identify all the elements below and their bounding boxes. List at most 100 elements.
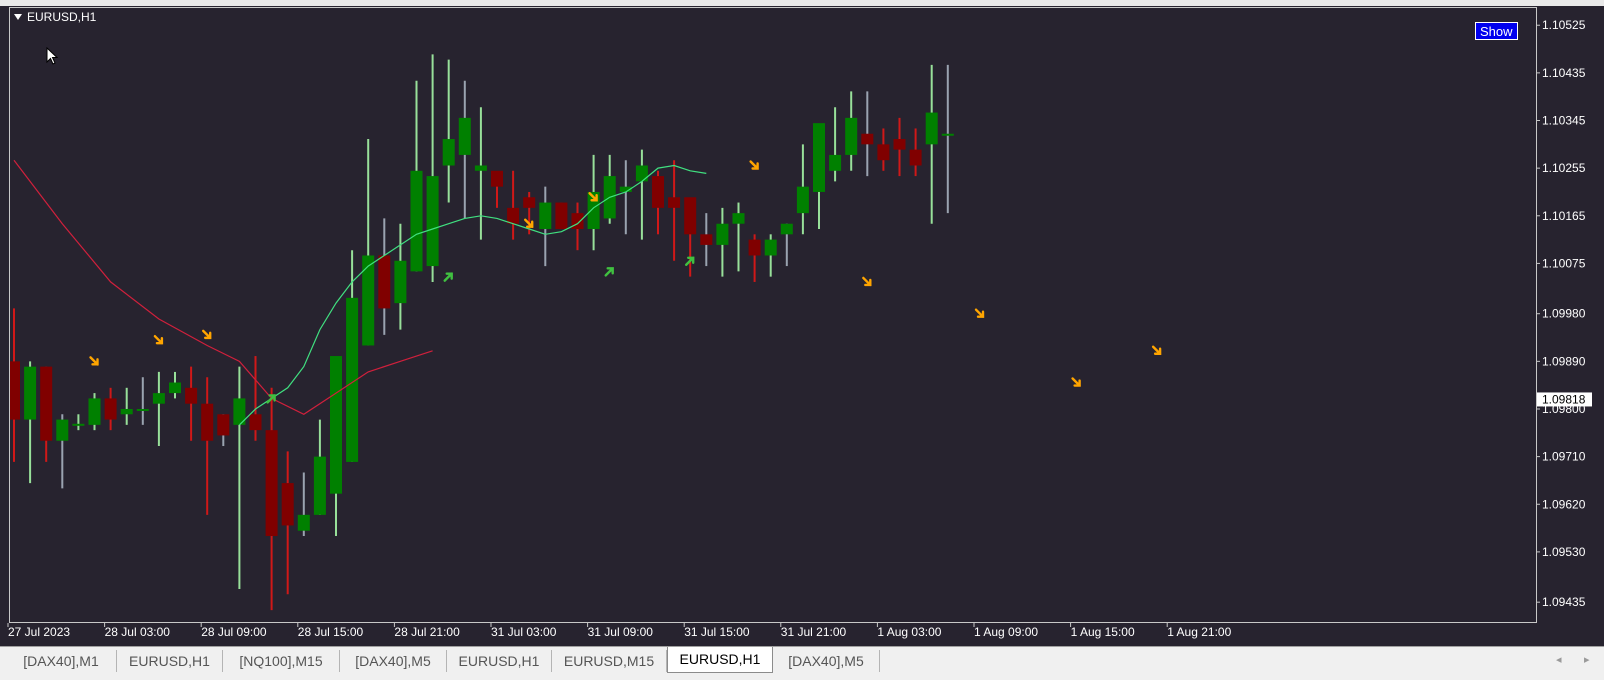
candle-body — [474, 165, 487, 171]
buy-signal-arrow-icon — [443, 272, 453, 282]
candle-body — [796, 186, 809, 214]
mouse-pointer-icon — [46, 47, 58, 65]
time-axis-label: 1 Aug 09:00 — [974, 625, 1038, 639]
candle-body — [265, 430, 278, 537]
sell-signal-arrow-icon — [974, 308, 985, 318]
candle-body — [748, 239, 761, 256]
price-axis-label: 1.10165 — [1542, 209, 1586, 223]
candle-body — [40, 366, 53, 441]
price-axis-label: 1.09530 — [1542, 545, 1586, 559]
candle-body — [861, 133, 874, 145]
candle-body — [313, 456, 326, 515]
price-axis-label: 1.09890 — [1542, 354, 1586, 368]
tab-eurusd-m15[interactable]: EURUSD,M15 — [552, 650, 667, 672]
candle-body — [732, 213, 745, 224]
candle-body — [330, 356, 342, 494]
price-axis-label: 1.10255 — [1542, 161, 1586, 175]
candle-body — [297, 514, 310, 531]
candle-body — [764, 239, 777, 256]
candle-body — [249, 414, 262, 431]
candle-body — [281, 483, 294, 526]
candle-body — [571, 213, 584, 230]
time-axis-label: 1 Aug 21:00 — [1167, 625, 1231, 639]
candle-body — [10, 361, 20, 420]
candle-body — [893, 139, 906, 150]
candle-body — [668, 197, 681, 208]
price-axis-label: 1.10345 — [1542, 114, 1586, 128]
candle-body — [635, 165, 648, 182]
sell-signal-arrow-icon — [153, 334, 164, 345]
time-axis-label: 28 Jul 03:00 — [105, 625, 171, 639]
candle-body — [780, 223, 793, 235]
time-axis-label: 31 Jul 03:00 — [491, 625, 557, 639]
candle-body — [523, 197, 536, 208]
candle-body — [845, 117, 858, 155]
candle-body — [491, 170, 503, 187]
fast-moving-average-line — [238, 164, 707, 426]
candle-body — [24, 366, 37, 420]
candle-body — [829, 154, 842, 171]
sell-signal-arrow-icon — [202, 329, 212, 340]
candle-body — [426, 176, 439, 267]
candle-body — [410, 170, 423, 272]
sell-signal-arrow-icon — [862, 276, 872, 287]
price-axis-label: 1.09620 — [1542, 497, 1586, 511]
chart-tab-bar: [DAX40],M1 EURUSD,H1 [NQ100],M15 [DAX40]… — [0, 646, 1604, 680]
tab-dax40-m1[interactable]: [DAX40],M1 — [6, 650, 117, 672]
price-axis-label: 1.09710 — [1542, 450, 1586, 464]
candle-body — [652, 176, 664, 208]
candle-body — [104, 398, 117, 420]
candle-body — [458, 117, 471, 155]
tab-scroll-left-icon[interactable]: ◂ — [1556, 653, 1562, 666]
tab-scroll-right-icon[interactable]: ▸ — [1584, 653, 1590, 666]
chart-window[interactable]: 1.10525 1.10435 1.10345 1.10255 1.10165 1.100… — [0, 6, 1604, 646]
candlestick-chart[interactable]: 1.10525 1.10435 1.10345 1.10255 1.10165 1.100… — [0, 6, 1604, 646]
candle-body — [72, 423, 85, 426]
candle-body — [539, 202, 552, 230]
sell-signal-arrow-icon — [1071, 377, 1081, 387]
candle-body — [378, 255, 391, 309]
candle-body — [700, 234, 713, 245]
time-axis-label: 28 Jul 21:00 — [394, 625, 460, 639]
candle-body — [813, 123, 825, 192]
chart-symbol-title[interactable]: EURUSD,H1 — [14, 10, 96, 24]
candle-body — [56, 419, 69, 441]
time-axis-label: 31 Jul 15:00 — [684, 625, 750, 639]
buy-signal-arrow-icon — [604, 267, 614, 277]
price-axis-label: 1.09435 — [1542, 595, 1586, 609]
current-price-label: 1.09818 — [1542, 392, 1586, 406]
time-axis-label: 28 Jul 15:00 — [298, 625, 364, 639]
sell-signal-arrow-icon — [89, 356, 99, 366]
price-axis-label: 1.10075 — [1542, 256, 1586, 270]
tab-dax40-m5[interactable]: [DAX40],M5 — [340, 650, 447, 672]
time-axis-label: 1 Aug 03:00 — [877, 625, 941, 639]
candle-body — [88, 398, 101, 425]
price-axis-label: 1.09980 — [1542, 307, 1586, 321]
tab-eurusd-h1-active[interactable]: EURUSD,H1 — [667, 647, 773, 673]
candle-body — [442, 139, 455, 166]
symbol-title-text: EURUSD,H1 — [27, 10, 97, 24]
triangle-down-icon[interactable] — [14, 14, 22, 20]
candle-body — [169, 382, 181, 394]
show-button[interactable]: Show — [1475, 22, 1518, 40]
candle-body — [716, 223, 729, 245]
tab-eurusd-h1-2[interactable]: EURUSD,H1 — [447, 650, 552, 672]
candle-body — [362, 255, 375, 346]
tab-nq100-m15[interactable]: [NQ100],M15 — [223, 650, 340, 672]
candle-body — [925, 112, 938, 145]
time-axis-label: 31 Jul 09:00 — [588, 625, 654, 639]
candle-body — [507, 207, 520, 224]
candle-body — [684, 197, 697, 235]
tab-eurusd-h1[interactable]: EURUSD,H1 — [117, 650, 223, 672]
candle-body — [152, 393, 165, 404]
time-axis-label: 31 Jul 21:00 — [781, 625, 847, 639]
candle-body — [909, 149, 922, 166]
tab-dax40-m5-2[interactable]: [DAX40],M5 — [773, 650, 880, 672]
candle-body — [136, 408, 149, 411]
candle-body — [877, 144, 890, 161]
candle-body — [555, 202, 568, 230]
candle-body — [394, 260, 407, 304]
sell-signal-arrow-icon — [749, 160, 759, 170]
price-axis-label: 1.10435 — [1542, 66, 1586, 80]
time-axis-label: 27 Jul 2023 — [8, 625, 70, 639]
